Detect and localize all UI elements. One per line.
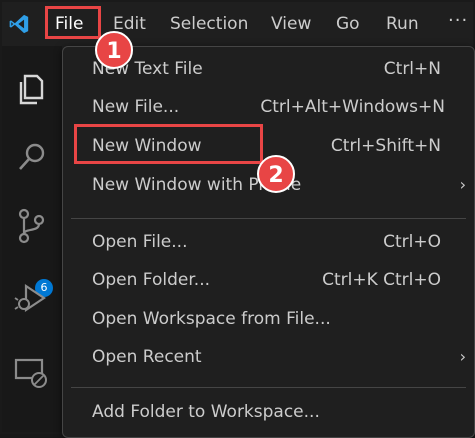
menu-item-open-folder[interactable]: Open Folder... Ctrl+K Ctrl+O (63, 263, 474, 299)
menu-item-label: Open Folder... (92, 270, 210, 290)
search-icon[interactable] (12, 138, 52, 178)
menu-run[interactable]: Run (383, 11, 422, 37)
activity-bar: 6 (2, 46, 62, 432)
menu-item-shortcut: Ctrl+N (383, 59, 441, 79)
menu-item-label: Open File... (92, 232, 188, 252)
new-window-highlight (74, 124, 263, 164)
remote-explorer-icon[interactable] (12, 352, 52, 392)
menu-selection[interactable]: Selection (167, 11, 251, 37)
more-menu-icon[interactable]: ··· (448, 10, 468, 31)
menu-view[interactable]: View (268, 11, 314, 37)
chevron-right-icon: › (459, 175, 466, 194)
menu-item-shortcut: Ctrl+O (383, 232, 441, 252)
menu-item-add-folder-to-workspace[interactable]: Add Folder to Workspace... (63, 395, 474, 431)
menu-go[interactable]: Go (333, 11, 363, 37)
menu-item-new-file[interactable]: New File... Ctrl+Alt+Windows+N (63, 90, 474, 126)
menu-separator (71, 218, 466, 219)
menu-item-label: Open Workspace from File... (92, 309, 331, 329)
chevron-right-icon: › (459, 347, 466, 366)
menu-item-shortcut: Ctrl+Shift+N (330, 136, 441, 156)
step-2-marker: 2 (257, 155, 295, 193)
file-menu-highlight (45, 6, 101, 39)
run-debug-icon[interactable] (12, 278, 52, 318)
menu-item-label: New File... (92, 97, 180, 117)
menu-separator (71, 387, 466, 388)
explorer-icon[interactable] (12, 70, 52, 110)
menu-item-open-workspace[interactable]: Open Workspace from File... (63, 302, 474, 338)
file-menu-dropdown: New Text File Ctrl+N New File... Ctrl+Al… (62, 46, 475, 438)
menu-item-shortcut: Ctrl+K Ctrl+O (322, 270, 441, 290)
vscode-logo-icon (9, 14, 29, 34)
menu-item-open-file[interactable]: Open File... Ctrl+O (63, 225, 474, 261)
source-control-icon[interactable] (12, 206, 52, 246)
menu-item-label: Open Recent (92, 347, 202, 367)
menu-item-shortcut: Ctrl+Alt+Windows+N (260, 97, 445, 117)
step-1-marker: 1 (95, 31, 133, 69)
menu-item-open-recent[interactable]: Open Recent › (63, 340, 474, 376)
menu-item-label: Add Folder to Workspace... (92, 402, 320, 422)
